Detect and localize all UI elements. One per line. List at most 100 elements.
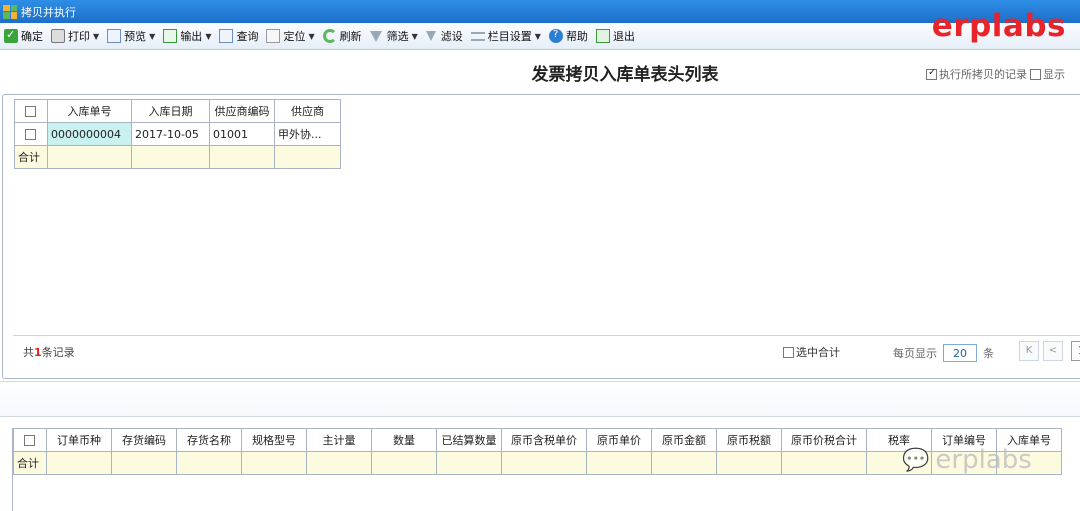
refresh-button[interactable]: 刷新 xyxy=(322,28,362,44)
header-table: 入库单号 入库日期 供应商编码 供应商 0000000004 2017-10-0… xyxy=(14,99,341,169)
total-cell xyxy=(241,451,307,475)
column-header[interactable]: 入库单号 xyxy=(47,99,132,123)
list-footer: 共1条记录 选中合计 每页显示 条 K < 1 xyxy=(13,335,1080,365)
column-header[interactable]: 规格型号 xyxy=(241,428,307,452)
query-button[interactable]: 查询 xyxy=(219,28,258,44)
select-total-checkbox[interactable] xyxy=(783,346,794,358)
column-header[interactable]: 供应商编码 xyxy=(209,99,275,123)
prev-page-button[interactable]: < xyxy=(1043,341,1063,361)
confirm-icon xyxy=(4,28,18,43)
page-title: 发票拷贝入库单表头列表 xyxy=(531,65,719,85)
chevron-down-icon: ▼ xyxy=(411,31,418,41)
record-count-text: 共1条记录 xyxy=(23,346,75,359)
title-bar: 拷贝并执行 xyxy=(0,0,1080,23)
table-row[interactable]: 0000000004 2017-10-05 01001 甲外协... xyxy=(14,122,341,146)
filter-button[interactable]: 筛选 ▼ xyxy=(369,28,418,44)
page-size-input[interactable] xyxy=(943,344,977,362)
chevron-down-icon: ▼ xyxy=(205,31,212,41)
export-icon xyxy=(163,29,178,43)
select-all-checkbox[interactable] xyxy=(23,435,35,446)
page-size-control: 每页显示 条 xyxy=(893,344,994,362)
page-size-unit: 条 xyxy=(983,347,994,360)
table-cell[interactable]: 0000000004 xyxy=(47,122,132,146)
help-icon xyxy=(548,29,563,43)
app-icon xyxy=(3,4,17,19)
first-page-button[interactable]: K xyxy=(1019,341,1039,361)
column-header[interactable]: 数量 xyxy=(371,428,437,452)
total-cell xyxy=(781,451,867,475)
column-header[interactable]: 订单币种 xyxy=(46,428,112,452)
table-cell[interactable]: 01001 xyxy=(209,122,275,146)
total-cell xyxy=(274,145,341,169)
total-cell xyxy=(586,451,652,475)
column-header[interactable]: 供应商 xyxy=(274,99,341,123)
filter-settings-icon xyxy=(425,31,436,41)
total-cell xyxy=(501,451,587,475)
chevron-down-icon: ▼ xyxy=(93,31,100,41)
page-size-label: 每页显示 xyxy=(893,347,937,360)
query-icon xyxy=(219,29,234,43)
chevron-down-icon: ▼ xyxy=(308,31,315,41)
table-cell[interactable]: 2017-10-05 xyxy=(131,122,210,146)
table-cell[interactable]: 甲外协... xyxy=(274,122,341,146)
window-title: 拷贝并执行 xyxy=(21,5,76,19)
column-settings-icon xyxy=(470,31,485,41)
filter-icon xyxy=(369,30,382,42)
select-total-label: 选中合计 xyxy=(796,346,840,359)
total-row: 合计 xyxy=(14,145,341,169)
locate-icon xyxy=(266,29,281,43)
select-all-cell xyxy=(13,428,47,452)
print-button[interactable]: 打印 ▼ xyxy=(51,28,99,44)
table-header-row: 入库单号 入库日期 供应商编码 供应商 xyxy=(14,99,341,123)
chevron-down-icon: ▼ xyxy=(149,31,156,41)
total-cell xyxy=(306,451,372,475)
export-button[interactable]: 输出 ▼ xyxy=(163,28,211,44)
show-checkbox[interactable] xyxy=(1030,68,1041,80)
column-header[interactable]: 已结算数量 xyxy=(436,428,502,452)
column-header[interactable]: 原币金额 xyxy=(651,428,717,452)
refresh-icon xyxy=(322,29,337,43)
record-count: 1 xyxy=(34,346,42,359)
total-label: 合计 xyxy=(14,145,48,169)
column-header[interactable]: 存货编码 xyxy=(111,428,177,452)
current-page-input[interactable]: 1 xyxy=(1071,341,1080,361)
total-cell xyxy=(371,451,437,475)
filter-settings-button[interactable]: 滤设 xyxy=(425,28,463,44)
help-button[interactable]: 帮助 xyxy=(548,28,588,44)
watermark-text: erplabs xyxy=(935,445,1032,475)
brand-logo: erplabs xyxy=(931,8,1066,44)
total-label: 合计 xyxy=(13,451,47,475)
total-cell xyxy=(131,145,210,169)
column-header[interactable]: 存货名称 xyxy=(176,428,242,452)
preview-button[interactable]: 预览 ▼ xyxy=(107,28,155,44)
column-header[interactable]: 原币单价 xyxy=(586,428,652,452)
toolbar: 确定 打印▼ 预览▼ 输出▼ 查询 定位▼ 刷新 筛选▼ 滤设 栏目设置▼ 帮助… xyxy=(0,23,1080,50)
executed-records-checkbox[interactable] xyxy=(926,67,937,80)
total-cell xyxy=(176,451,242,475)
locate-button[interactable]: 定位 ▼ xyxy=(266,28,315,44)
show-label: 显示 xyxy=(1043,68,1065,81)
total-cell xyxy=(209,145,275,169)
column-header[interactable]: 主计量 xyxy=(306,428,372,452)
header-options: 执行所拷贝的记录 显示 xyxy=(926,66,1065,82)
preview-icon xyxy=(107,29,122,43)
column-header[interactable]: 入库日期 xyxy=(131,99,210,123)
exit-icon xyxy=(595,29,610,43)
confirm-button[interactable]: 确定 xyxy=(4,28,43,44)
select-all-cell xyxy=(14,99,48,123)
column-header[interactable]: 原币价税合计 xyxy=(781,428,867,452)
total-cell xyxy=(46,451,112,475)
total-cell xyxy=(47,145,132,169)
watermark: 💬 erplabs xyxy=(902,445,1032,475)
column-settings-button[interactable]: 栏目设置 ▼ xyxy=(470,28,541,44)
select-all-checkbox[interactable] xyxy=(24,106,36,117)
row-checkbox[interactable] xyxy=(24,129,36,140)
total-cell xyxy=(436,451,502,475)
total-cell xyxy=(716,451,782,475)
header-list-panel: 入库单号 入库日期 供应商编码 供应商 0000000004 2017-10-0… xyxy=(2,94,1080,379)
print-icon xyxy=(51,29,65,43)
column-header[interactable]: 原币税额 xyxy=(716,428,782,452)
column-header[interactable]: 原币含税单价 xyxy=(501,428,587,452)
exit-button[interactable]: 退出 xyxy=(595,28,635,44)
executed-records-label: 执行所拷贝的记录 xyxy=(939,68,1027,81)
